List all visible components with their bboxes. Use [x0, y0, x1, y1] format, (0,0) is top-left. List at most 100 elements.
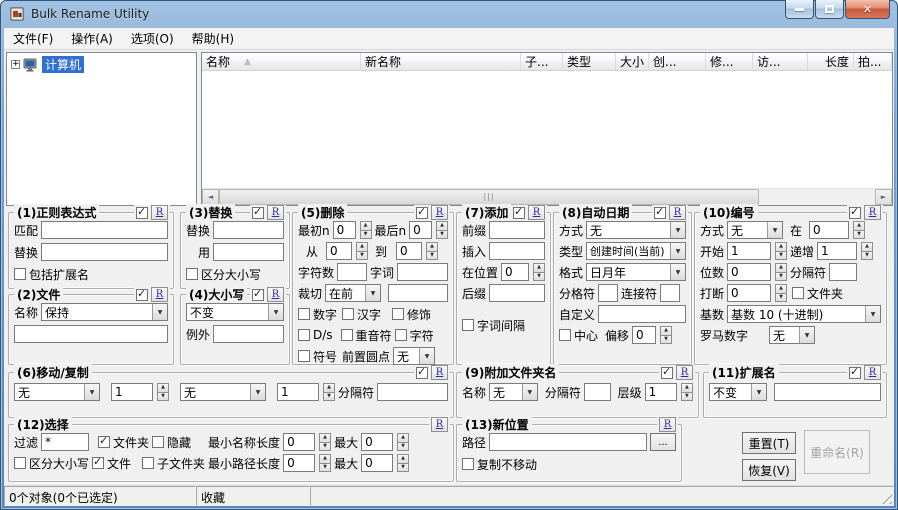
- column-size[interactable]: 大小: [616, 53, 649, 71]
- from-spinner[interactable]: ▲▼: [356, 242, 368, 260]
- digits-checkbox[interactable]: [298, 308, 310, 320]
- reset-group-button[interactable]: R: [431, 417, 448, 432]
- append-levels-spinner[interactable]: ▲▼: [681, 383, 693, 401]
- column-taken[interactable]: 拍...: [854, 53, 892, 71]
- group-enable-checkbox[interactable]: [136, 207, 148, 219]
- folders-checkbox[interactable]: [98, 436, 110, 448]
- max-path-spinner[interactable]: ▲▼: [397, 454, 409, 472]
- chars-checkbox[interactable]: [395, 329, 407, 341]
- min-name-input[interactable]: [283, 433, 315, 451]
- num-start-spinner[interactable]: ▲▼: [775, 242, 787, 260]
- max-name-spinner[interactable]: ▲▼: [397, 433, 409, 451]
- maximize-button[interactable]: [815, 0, 844, 19]
- reset-group-button[interactable]: R: [659, 417, 676, 432]
- reset-group-button[interactable]: R: [267, 205, 284, 220]
- date-mode-dropdown[interactable]: 无▼: [586, 221, 686, 239]
- menu-actions[interactable]: 操作(A): [62, 28, 122, 49]
- at-pos-input[interactable]: [501, 263, 529, 281]
- word-space-checkbox[interactable]: [462, 319, 474, 331]
- column-created[interactable]: 创...: [649, 53, 706, 71]
- date-sep-input[interactable]: [598, 284, 618, 302]
- list-body[interactable]: [202, 71, 892, 188]
- min-name-spinner[interactable]: ▲▼: [319, 433, 331, 451]
- case-sens-checkbox[interactable]: [14, 457, 26, 469]
- reset-group-button[interactable]: R: [431, 365, 448, 380]
- horizontal-scrollbar[interactable]: ◄ ||| ►: [202, 188, 892, 205]
- first-n-spinner[interactable]: ▲▼: [360, 221, 372, 239]
- replace-find-input[interactable]: [213, 221, 284, 239]
- crop-mode-dropdown[interactable]: 在前▼: [325, 284, 381, 302]
- num-base-dropdown[interactable]: 基数 10 (十进制)▼: [727, 305, 881, 323]
- reset-group-button[interactable]: R: [864, 365, 881, 380]
- date-seg-input[interactable]: [660, 284, 680, 302]
- rename-button[interactable]: 重命名(R): [804, 430, 870, 474]
- reset-group-button[interactable]: R: [431, 205, 448, 220]
- lead-dots-dropdown[interactable]: 无▼: [393, 347, 435, 365]
- append-mode-dropdown[interactable]: 无▼: [489, 383, 538, 401]
- match-case-checkbox[interactable]: [186, 268, 198, 280]
- date-custom-input[interactable]: [598, 305, 686, 323]
- last-n-spinner[interactable]: ▲▼: [436, 221, 448, 239]
- insert-input[interactable]: [489, 242, 545, 260]
- column-type[interactable]: 类型: [563, 53, 616, 71]
- num-folder-checkbox[interactable]: [792, 287, 804, 299]
- max-path-input[interactable]: [361, 454, 393, 472]
- suffix-input[interactable]: [489, 284, 545, 302]
- date-center-checkbox[interactable]: [559, 329, 571, 341]
- move-count2-spinner[interactable]: ▲▼: [323, 383, 335, 401]
- num-at-input[interactable]: [809, 221, 849, 239]
- column-sub[interactable]: 子...: [521, 53, 563, 71]
- reset-group-button[interactable]: R: [669, 205, 686, 220]
- path-input[interactable]: [489, 433, 647, 451]
- num-incr-spinner[interactable]: ▲▼: [861, 242, 873, 260]
- accents-checkbox[interactable]: [341, 329, 353, 341]
- symbols-checkbox[interactable]: [298, 350, 310, 362]
- num-pad-input[interactable]: [727, 263, 771, 281]
- group-enable-checkbox[interactable]: [416, 207, 428, 219]
- case-mode-dropdown[interactable]: 不变▼: [186, 303, 284, 321]
- column-modified[interactable]: 修...: [706, 53, 753, 71]
- from-input[interactable]: [326, 242, 352, 260]
- prefix-input[interactable]: [489, 221, 545, 239]
- group-enable-checkbox[interactable]: [654, 207, 666, 219]
- ext-mode-dropdown[interactable]: 不变▼: [709, 383, 767, 401]
- reset-button[interactable]: 重置(T): [742, 432, 796, 454]
- include-ext-checkbox[interactable]: [14, 268, 26, 280]
- chinese-checkbox[interactable]: [342, 308, 354, 320]
- group-enable-checkbox[interactable]: [136, 289, 148, 301]
- tree-item-computer[interactable]: + 计算机: [7, 53, 196, 73]
- regex-match-input[interactable]: [41, 221, 168, 239]
- column-newname[interactable]: 新名称: [361, 53, 521, 71]
- reset-group-button[interactable]: R: [151, 287, 168, 302]
- browse-button[interactable]: ...: [650, 433, 676, 451]
- minimize-button[interactable]: [785, 0, 814, 19]
- reset-group-button[interactable]: R: [676, 365, 693, 380]
- group-enable-checkbox[interactable]: [252, 289, 264, 301]
- tree-item-label[interactable]: 计算机: [42, 56, 84, 73]
- reset-group-button[interactable]: R: [864, 205, 881, 220]
- num-break-spinner[interactable]: ▲▼: [775, 284, 787, 302]
- last-n-input[interactable]: [409, 221, 432, 239]
- append-sep-input[interactable]: [584, 383, 611, 401]
- subfolders-checkbox[interactable]: [142, 457, 154, 469]
- files-checkbox[interactable]: [92, 457, 104, 469]
- to-spinner[interactable]: ▲▼: [426, 242, 438, 260]
- menu-file[interactable]: 文件(F): [4, 28, 62, 49]
- roman-dropdown[interactable]: 无▼: [769, 326, 815, 344]
- replace-with-input[interactable]: [213, 243, 284, 261]
- double-space-checkbox[interactable]: [298, 329, 310, 341]
- reset-group-button[interactable]: R: [151, 205, 168, 220]
- expand-plus-icon[interactable]: +: [11, 60, 20, 69]
- filename-input[interactable]: [14, 325, 168, 343]
- filename-mode-dropdown[interactable]: 保持▼: [41, 303, 168, 321]
- group-enable-checkbox[interactable]: [849, 207, 861, 219]
- group-enable-checkbox[interactable]: [849, 367, 861, 379]
- scroll-right-icon[interactable]: ►: [875, 189, 892, 205]
- reset-group-button[interactable]: R: [528, 205, 545, 220]
- crop-input[interactable]: [388, 284, 448, 302]
- min-path-input[interactable]: [283, 454, 315, 472]
- first-n-input[interactable]: [333, 221, 356, 239]
- num-mode-dropdown[interactable]: 无▼: [727, 221, 783, 239]
- chars-input[interactable]: [337, 263, 367, 281]
- ext-input[interactable]: [774, 383, 881, 401]
